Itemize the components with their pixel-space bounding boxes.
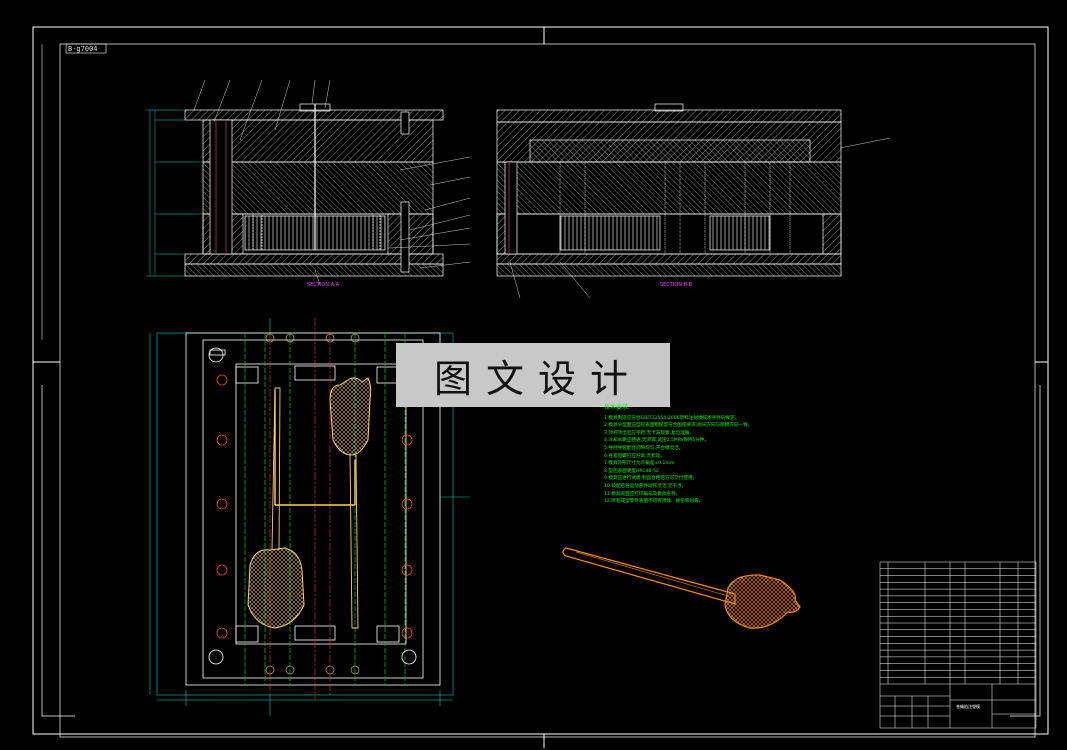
tech-req-line: 12.所有成型零件表面不得有锈蚀、碰伤和划痕。 [604,499,704,505]
tech-req-line: 8.型腔表面硬度HRC48-52 [604,468,659,474]
swatter-cavity-bottom [247,387,305,629]
tech-req-line: 2.模具分型面与型腔表面粗糙度符合图纸要求,抛光方向与脱模方向一致。 [604,423,753,429]
tech-req-line: 1.模具制造应符合GB/T12554-2006塑料注射模技术条件的规定。 [604,415,740,421]
tech-req-line: 9.模具应进行试模,制品合格后方可交付使用。 [604,476,698,482]
tech-req-line: 7.模具外形尺寸允许偏差±0.1mm [604,461,675,467]
title-block-title: 苍蝇拍注塑模 [956,704,980,709]
swatter-cavity-top [329,377,372,629]
tech-req-line: 4.冷却水路应畅通,无渗漏,试压0.5MPa保持5分钟。 [604,438,709,444]
section-label-right: SECTION B-B [660,282,693,288]
part-isometric [562,547,801,629]
tech-req-line: 5.导柱导套配合间隙均匀,开合模灵活。 [604,445,684,451]
tech-req-line: 3.顶杆顶出后应平稳,无卡滞现象,复位准确。 [604,430,694,436]
drawing-number: B-g7004 [68,45,98,53]
tech-req-line: 10.装配后各运动部件动作灵活,无干涉。 [604,483,687,489]
section-label-left: SECTION A-A [307,282,340,288]
tech-req-line: 6.各紧固螺钉应拧紧,无松动。 [604,453,665,459]
tech-req-title: 技术要求: [604,404,631,411]
bolt-holes [216,374,413,639]
section-view-right [496,103,891,299]
tech-req-line: 11.模具表面应打印编号及模具名称。 [604,491,681,497]
technical-requirements: 技术要求: 1.模具制造应符合GB/T12554-2006塑料注射模技术条件的规… [604,404,764,506]
section-view-left [146,79,471,286]
watermark-banner: 图文设计 [396,343,670,407]
